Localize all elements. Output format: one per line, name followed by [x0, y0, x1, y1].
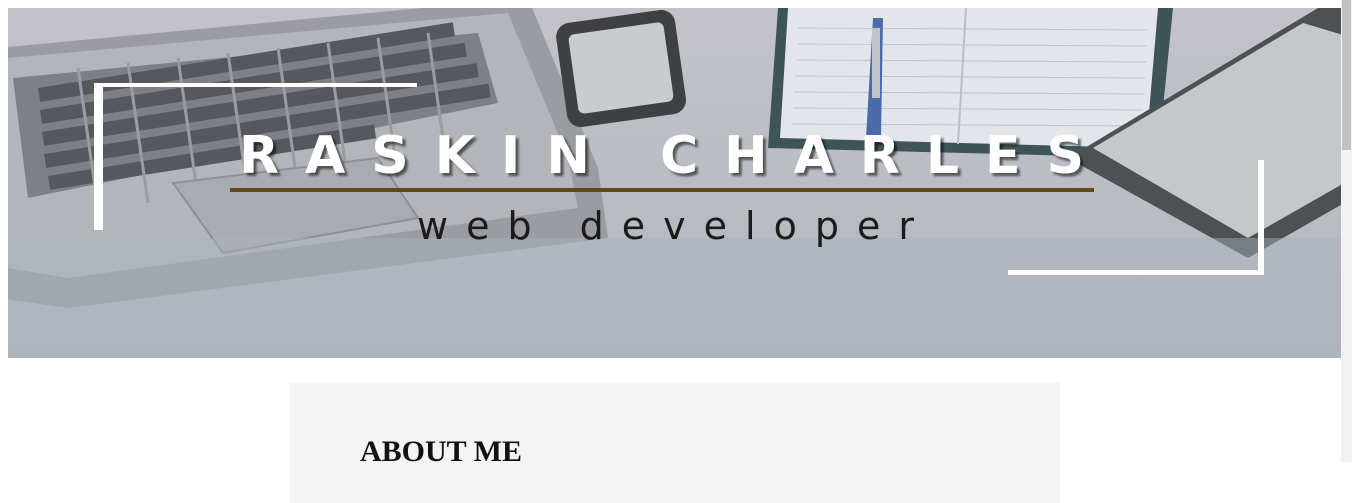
- site-owner-name: RASKIN CHARLES: [238, 126, 1111, 186]
- scrollbar-thumb[interactable]: [1342, 0, 1351, 150]
- frame-corner-bottom-right-horizontal: [1008, 270, 1264, 275]
- about-heading: ABOUT ME: [360, 435, 522, 468]
- title-underline: [230, 188, 1094, 192]
- site-owner-role: web developer: [417, 204, 932, 248]
- hero-banner: RASKIN CHARLES web developer: [8, 8, 1341, 358]
- about-section: ABOUT ME: [290, 383, 1060, 503]
- phone-illustration: [556, 9, 686, 128]
- page-scrollbar[interactable]: [1341, 0, 1352, 462]
- frame-corner-top-left-horizontal: [94, 83, 417, 87]
